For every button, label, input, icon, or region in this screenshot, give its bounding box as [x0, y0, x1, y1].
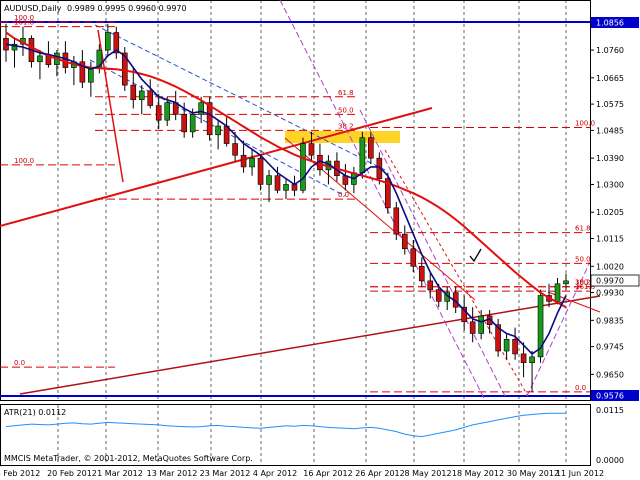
x-tick-label: 20 Feb 2012 — [47, 469, 97, 478]
y-tick-label: 1.0020 — [596, 262, 624, 271]
fib-level-right-label: 100.0 — [575, 119, 595, 127]
y-tick-label: 1.0300 — [596, 180, 624, 189]
x-tick-label: 16 Apr 2012 — [303, 469, 352, 478]
candle-body — [249, 157, 255, 168]
fib-level-mid-label: 50.0 — [338, 106, 354, 114]
candle-body — [232, 143, 238, 156]
candle-body — [155, 105, 162, 121]
candle-body — [503, 339, 510, 352]
x-tick-label: 26 Apr 2012 — [355, 469, 404, 478]
candle-body — [469, 321, 476, 334]
candle-body — [147, 90, 154, 106]
atr-label: ATR(21) 0.0112 — [4, 408, 66, 417]
candle-body — [257, 157, 264, 185]
candle-body — [308, 143, 315, 156]
ohlc-values: 0.9989 0.9995 0.9960 0.9970 — [67, 4, 187, 13]
candle-body — [427, 280, 434, 290]
candle-body — [274, 175, 281, 191]
y-tick-label: 1.0760 — [596, 46, 624, 55]
candle-body — [189, 114, 196, 133]
candle-body — [410, 248, 417, 267]
candle-body — [266, 175, 272, 185]
candle-body — [164, 102, 171, 121]
fib-level-mid-label: 0.0 — [338, 191, 349, 199]
current-price-tag-text: 0.9970 — [596, 277, 624, 286]
fib-level-right-label: 61.8 — [575, 225, 591, 233]
atr-bottom-tick: 0.0000 — [596, 456, 624, 465]
y-tick-label: 1.0390 — [596, 154, 624, 163]
candle-body — [300, 143, 306, 191]
fib-level-mid-label: 38.2 — [338, 122, 354, 130]
fib-level-left-label: 100.0 — [14, 157, 34, 165]
candle-body — [435, 289, 442, 302]
candle-body — [554, 283, 561, 302]
atr-top-tick: 0.0115 — [596, 406, 624, 415]
y-tick-label: 1.0485 — [596, 126, 624, 135]
y-tick-label: 1.0205 — [596, 208, 624, 217]
candle-body — [37, 55, 43, 63]
x-tick-label: 1 Mar 2012 — [97, 469, 143, 478]
copyright-text: MMCIS MetaTrader, © 2001-2012, MetaQuote… — [4, 454, 253, 463]
x-tick-label: 4 Apr 2012 — [253, 469, 297, 478]
candle-body — [359, 137, 366, 174]
x-tick-label: 30 May 2012 — [507, 469, 559, 478]
symbol-info: AUDUSD,Daily — [4, 4, 62, 13]
x-tick-label: 23 Mar 2012 — [200, 469, 251, 478]
candle-body — [130, 84, 137, 101]
fib-level-left-label: 161.8 — [14, 19, 34, 27]
candle-body — [368, 137, 374, 159]
candle-body — [512, 339, 518, 355]
x-tick-label: 8 Feb 2012 — [0, 469, 40, 478]
y-tick-label: 0.9745 — [596, 343, 624, 352]
top-price-tag-text: 1.0856 — [596, 19, 624, 28]
x-tick-label: 13 Mar 2012 — [147, 469, 198, 478]
y-tick-label: 1.0575 — [596, 100, 624, 109]
candle-body — [138, 90, 145, 101]
x-tick-label: 11 Jun 2012 — [556, 469, 604, 478]
candle-body — [478, 315, 484, 334]
price-chart[interactable]: 100.0161.8100.00.061.850.038.20.0100.061… — [0, 0, 640, 480]
fib-level-left-label: 0.0 — [14, 359, 25, 367]
y-tick-label: 1.0665 — [596, 74, 624, 83]
y-tick-label: 1.0115 — [596, 235, 624, 244]
y-tick-label: 0.9930 — [596, 289, 624, 298]
candle-body — [283, 184, 289, 191]
x-tick-label: 18 May 2012 — [452, 469, 504, 478]
y-tick-label: 0.9650 — [596, 370, 624, 379]
fib-level-right-label: 0.0 — [575, 384, 586, 392]
candle-body — [215, 125, 221, 136]
candle-body — [240, 154, 247, 168]
chart-background — [0, 0, 640, 480]
candle-body — [529, 356, 535, 363]
candle-body — [393, 207, 400, 235]
y-tick-label: 0.9835 — [596, 316, 624, 325]
candle-body — [520, 353, 527, 363]
candle-body — [105, 32, 111, 51]
candle-body — [418, 265, 425, 282]
fib-level-right-label: 50.0 — [575, 255, 591, 263]
fib-level-mid-label: 61.8 — [338, 89, 354, 97]
x-tick-label: 8 May 2012 — [404, 469, 451, 478]
candle-body — [563, 280, 569, 285]
candle-body — [401, 233, 408, 250]
candle-body — [181, 114, 187, 133]
bottom-price-tag-text: 0.9576 — [596, 392, 624, 401]
